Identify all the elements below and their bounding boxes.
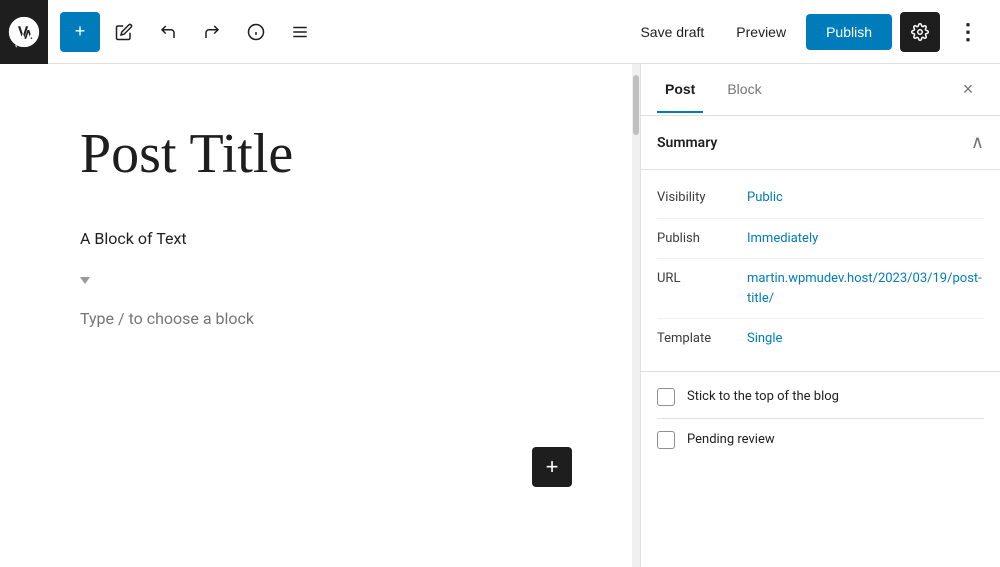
summary-rows: Visibility Public Publish Immediately UR… (641, 170, 1000, 367)
add-block-toolbar-button[interactable]: + (60, 12, 100, 52)
url-value[interactable]: martin.wpmudev.host/2023/03/19/post-titl… (747, 269, 984, 308)
tab-block[interactable]: Block (719, 67, 769, 113)
sticky-checkbox[interactable] (657, 388, 675, 406)
template-row: Template Single (657, 319, 984, 359)
list-view-button[interactable] (280, 12, 320, 52)
template-label: Template (657, 329, 747, 346)
block-text[interactable]: A Block of Text (80, 226, 552, 252)
sidebar-content: Summary ∧ Visibility Public Publish Imme… (641, 116, 1000, 567)
visibility-value[interactable]: Public (747, 188, 984, 208)
add-block-floating-button[interactable]: + (532, 447, 572, 487)
pencil-icon (115, 23, 133, 41)
undo-icon (159, 23, 177, 41)
more-options-button[interactable]: ⋮ (948, 12, 988, 52)
chevron-up-icon: ∧ (971, 132, 984, 153)
sticky-checkbox-label: Stick to the top of the blog (687, 389, 839, 404)
redo-icon (203, 23, 221, 41)
redo-button[interactable] (192, 12, 232, 52)
summary-header[interactable]: Summary ∧ (641, 116, 1000, 170)
template-value[interactable]: Single (747, 329, 984, 349)
sticky-checkbox-item: Stick to the top of the blog (641, 376, 1000, 418)
editor-area[interactable]: Post Title A Block of Text Type / to cho… (0, 64, 632, 567)
pending-review-label: Pending review (687, 432, 775, 447)
cursor-arrow-icon (80, 277, 90, 284)
settings-button[interactable] (900, 12, 940, 52)
cursor-indicator (80, 271, 552, 289)
sidebar: Post Block × Summary ∧ Visibility Public… (640, 64, 1000, 567)
toolbar: + Save draft (0, 0, 1000, 64)
edit-tool-button[interactable] (104, 12, 144, 52)
block-placeholder[interactable]: Type / to choose a block (80, 309, 552, 328)
save-draft-button[interactable]: Save draft (628, 16, 716, 48)
pending-review-checkbox-item: Pending review (641, 419, 1000, 461)
publish-button[interactable]: Publish (806, 14, 892, 50)
sidebar-tabs: Post Block × (641, 64, 1000, 116)
publish-label: Publish (657, 229, 747, 246)
tab-post[interactable]: Post (657, 67, 703, 113)
toolbar-right: Save draft Preview Publish ⋮ (628, 12, 988, 52)
visibility-row: Visibility Public (657, 178, 984, 219)
divider (641, 371, 1000, 372)
info-icon (247, 23, 265, 41)
url-label: URL (657, 269, 747, 286)
publish-value[interactable]: Immediately (747, 229, 984, 249)
wp-logo (0, 0, 48, 64)
info-button[interactable] (236, 12, 276, 52)
editor-scrollbar[interactable] (632, 64, 640, 567)
scrollbar-thumb[interactable] (633, 75, 639, 135)
list-view-icon (291, 23, 309, 41)
wordpress-icon (6, 14, 42, 50)
main-area: Post Title A Block of Text Type / to cho… (0, 64, 1000, 567)
sidebar-close-button[interactable]: × (952, 74, 984, 106)
pending-review-checkbox[interactable] (657, 431, 675, 449)
preview-button[interactable]: Preview (724, 16, 798, 48)
url-row: URL martin.wpmudev.host/2023/03/19/post-… (657, 259, 984, 319)
summary-header-label: Summary (657, 135, 717, 151)
undo-button[interactable] (148, 12, 188, 52)
gear-icon (911, 23, 929, 41)
publish-row: Publish Immediately (657, 219, 984, 260)
visibility-label: Visibility (657, 188, 747, 205)
post-title[interactable]: Post Title (80, 124, 552, 186)
